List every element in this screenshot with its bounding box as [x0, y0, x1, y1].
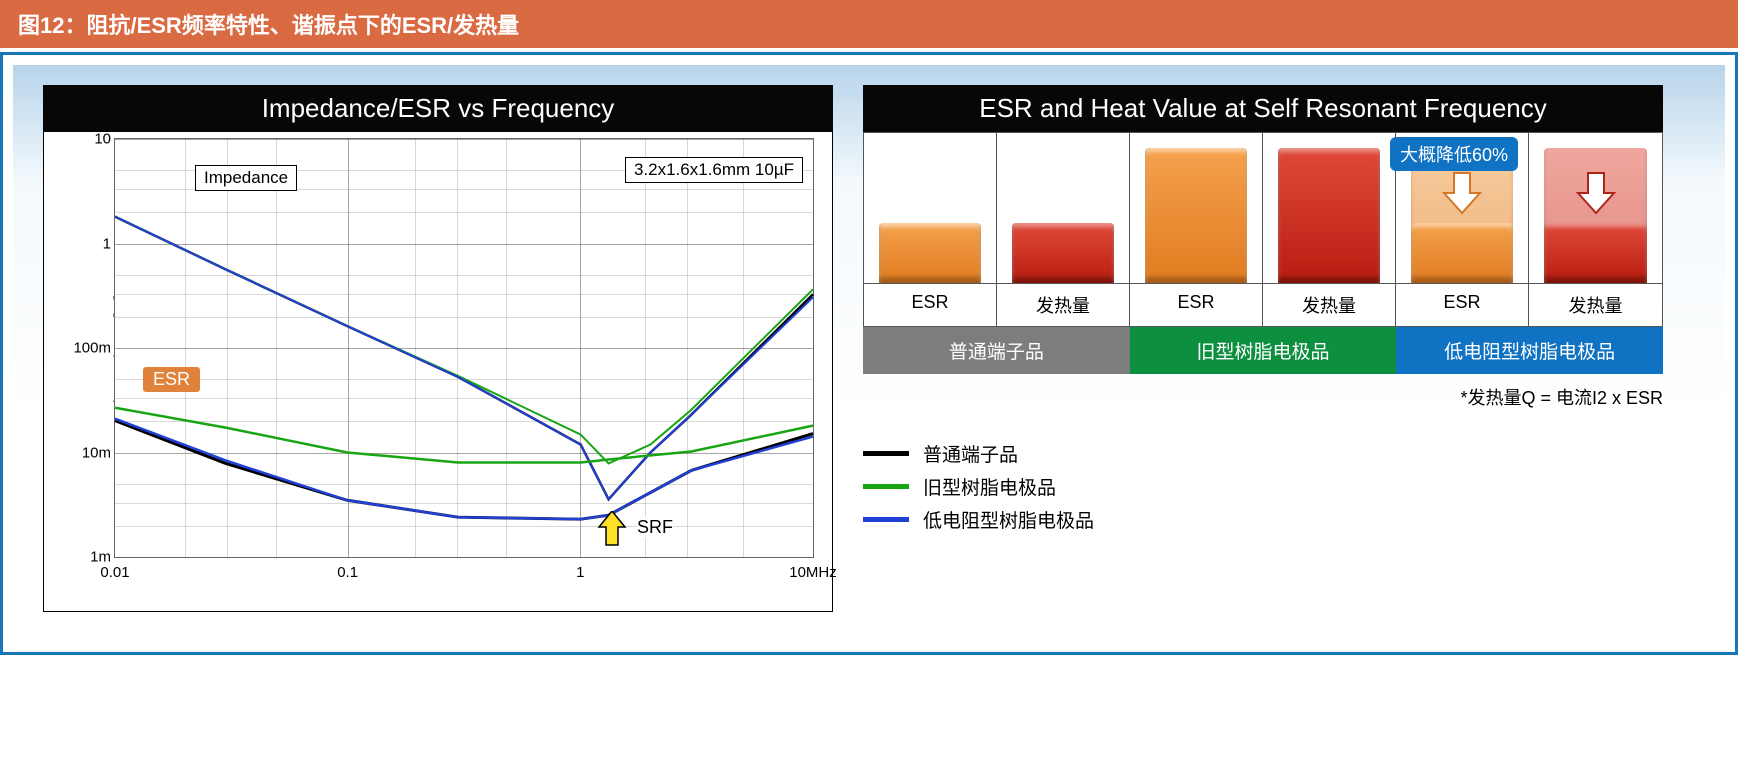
right-chart-title: ESR and Heat Value at Self Resonant Freq…: [863, 85, 1663, 132]
srf-label: SRF: [637, 517, 673, 538]
figure-12: 图12：阻抗/ESR频率特性、谐振点下的ESR/发热量 Impedance/ES…: [0, 0, 1738, 655]
ytick: 10: [61, 131, 111, 148]
legend-item-oldresin: 旧型树脂电极品: [863, 473, 1663, 500]
esr-oldresin-line: [115, 408, 813, 463]
metric-label: ESR: [1130, 284, 1263, 326]
figure-panel: Impedance/ESR vs Frequency Impedance/ESR…: [3, 55, 1735, 652]
legend-label: 旧型树脂电极品: [923, 473, 1056, 500]
ytick: 1: [61, 235, 111, 252]
down-arrow-icon: [1576, 171, 1616, 215]
xtick: 0.1: [337, 564, 358, 581]
esr-normal-line: [115, 421, 813, 520]
line-legend: 普通端子品 旧型树脂电极品 低电阻型树脂电极品: [863, 440, 1663, 533]
legend-label: 低电阻型树脂电极品: [923, 506, 1094, 533]
legend-label: 普通端子品: [923, 440, 1018, 467]
part-callout: 3.2x1.6x1.6mm 10µF: [625, 157, 803, 183]
esr-lowesr-line: [115, 419, 813, 520]
legend-swatch-icon: [863, 484, 909, 489]
heat-formula-footnote: *发热量Q = 电流I2 x ESR: [863, 384, 1663, 410]
curves-svg: [115, 139, 813, 557]
bar-normal-heat: [997, 133, 1130, 283]
bar-oldresin-esr: [1130, 133, 1263, 283]
impedance-esr-chart: Impedance/ESR vs Frequency Impedance/ESR…: [43, 85, 833, 612]
xtick: 10MHz: [789, 564, 837, 581]
impedance-callout: Impedance: [195, 165, 297, 191]
reduction-badge: 大概降低60%: [1390, 137, 1518, 171]
ytick: 100m: [61, 340, 111, 357]
category-oldresin: 旧型树脂电极品: [1130, 327, 1397, 374]
legend-item-normal: 普通端子品: [863, 440, 1663, 467]
xtick: 0.01: [100, 564, 129, 581]
xtick: 1: [576, 564, 584, 581]
category-row: 普通端子品 旧型树脂电极品 低电阻型树脂电极品: [863, 327, 1663, 374]
metric-label: 发热量: [1263, 284, 1396, 326]
left-plot-wrap: Impedance/ESR[Ω]: [43, 132, 833, 612]
plot-area: 10 1 100m 10m 1m 0.01 0.1 1 10MHz: [114, 138, 814, 558]
figure-border: Impedance/ESR vs Frequency Impedance/ESR…: [0, 52, 1738, 655]
metric-label: 发热量: [1529, 284, 1662, 326]
bar-grid: 大概降低60%: [863, 132, 1663, 284]
figure-title: 图12：阻抗/ESR频率特性、谐振点下的ESR/发热量: [0, 0, 1738, 48]
left-chart-title: Impedance/ESR vs Frequency: [43, 85, 833, 132]
ytick: 10m: [61, 444, 111, 461]
bar-lowesr-esr: 大概降低60%: [1396, 133, 1529, 283]
category-normal: 普通端子品: [863, 327, 1130, 374]
legend-item-lowesr: 低电阻型树脂电极品: [863, 506, 1663, 533]
legend-swatch-icon: [863, 451, 909, 456]
bar-lowesr-heat: [1529, 133, 1662, 283]
category-lowesr: 低电阻型树脂电极品: [1396, 327, 1663, 374]
metric-label-row: ESR 发热量 ESR 发热量 ESR 发热量: [863, 284, 1663, 327]
srf-arrow-icon: [597, 511, 627, 547]
metric-label: ESR: [864, 284, 997, 326]
metric-label: ESR: [1396, 284, 1529, 326]
bar-normal-esr: [864, 133, 997, 283]
metric-label: 发热量: [997, 284, 1130, 326]
ytick: 1m: [61, 549, 111, 566]
legend-swatch-icon: [863, 517, 909, 522]
bar-oldresin-heat: [1263, 133, 1396, 283]
down-arrow-icon: [1442, 171, 1482, 215]
right-side: ESR and Heat Value at Self Resonant Freq…: [863, 85, 1663, 539]
esr-callout: ESR: [143, 367, 200, 392]
